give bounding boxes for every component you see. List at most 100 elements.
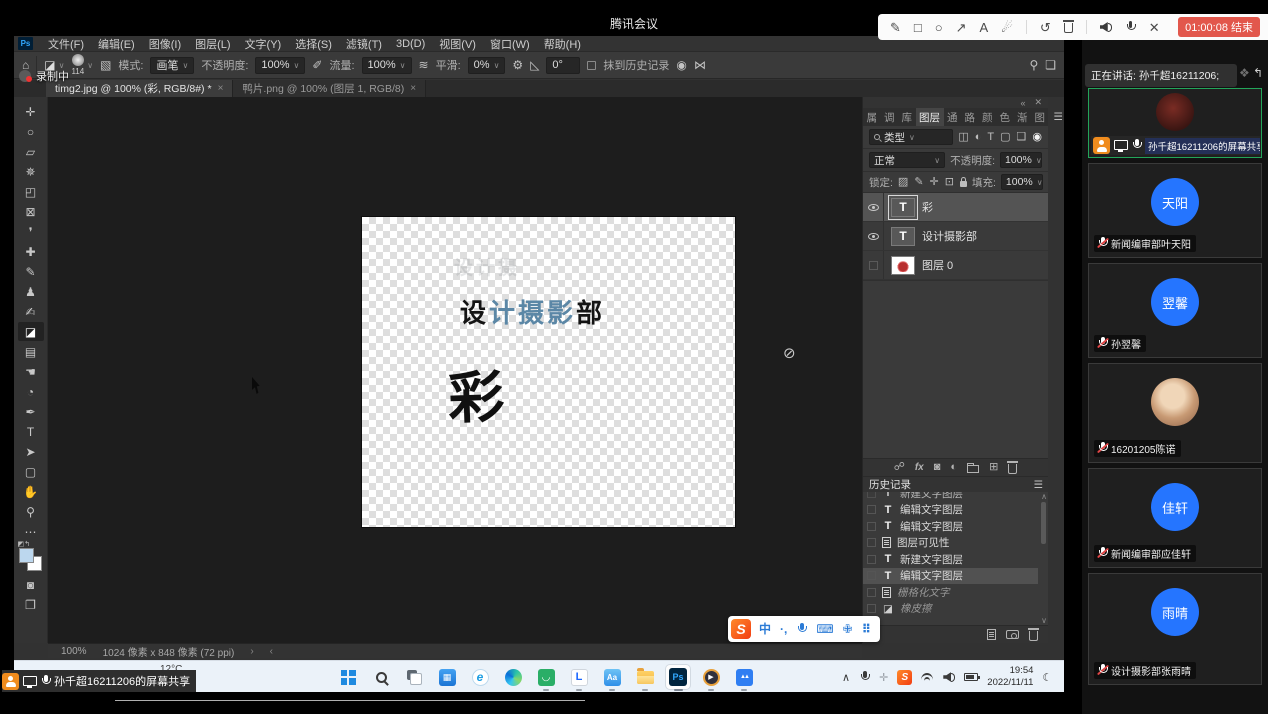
skin-icon[interactable]: ✙	[843, 623, 853, 635]
task-view-icon[interactable]	[402, 665, 426, 689]
airbrush-icon[interactable]: ≋	[419, 59, 429, 71]
history-state[interactable]: 图层可见性	[863, 535, 1038, 552]
gradient-tool[interactable]: ▤	[18, 342, 44, 361]
history-state[interactable]: 栅格化文字	[863, 584, 1038, 601]
shape-filter-icon[interactable]: ▢	[1000, 132, 1010, 143]
status-prev-icon[interactable]: ‹	[270, 646, 273, 657]
history-checkbox[interactable]	[867, 555, 876, 564]
panel-tab[interactable]: 图	[1031, 108, 1049, 126]
menu-item[interactable]: 3D(D)	[389, 38, 432, 50]
history-state[interactable]: T编辑文字图层	[863, 568, 1038, 585]
layer-row[interactable]: T彩	[863, 193, 1048, 222]
history-state[interactable]: T新建文字图层	[863, 492, 1038, 502]
new-group-icon[interactable]	[967, 465, 979, 473]
brush-tool[interactable]: ✎	[18, 262, 44, 281]
menu-item[interactable]: 视图(V)	[432, 36, 483, 52]
store-icon[interactable]: ▦	[435, 665, 459, 689]
panel-tab[interactable]: 属	[863, 108, 881, 126]
delete-state-icon[interactable]	[1029, 631, 1038, 641]
lasso-tool[interactable]: ▱	[18, 142, 44, 161]
arrow-icon[interactable]: ↗	[956, 21, 967, 34]
blend-mode-select[interactable]: 正常∨	[869, 152, 945, 168]
history-state[interactable]: T新建文字图层	[863, 551, 1038, 568]
speaker-icon[interactable]	[1100, 22, 1112, 32]
panel-tab[interactable]: 渐	[1014, 108, 1032, 126]
hand-tool[interactable]: ✋	[18, 482, 44, 501]
path-select-tool[interactable]: ➤	[18, 442, 44, 461]
wifi-icon[interactable]	[921, 672, 934, 682]
document-tab[interactable]: timg2.jpg @ 100% (彩, RGB/8#) *×	[46, 80, 233, 97]
dodge-tool[interactable]: ◔	[18, 382, 44, 401]
dictionary-app-icon[interactable]: Aa	[600, 665, 624, 689]
layer-filter-select[interactable]: 类型∨	[869, 129, 953, 145]
history-checkbox[interactable]	[867, 522, 876, 531]
marquee-tool[interactable]: ○	[18, 122, 44, 141]
opacity-input[interactable]: 100%∨	[255, 57, 305, 74]
color-swatches[interactable]: ◩↰	[18, 544, 44, 574]
menu-item[interactable]: 选择(S)	[288, 36, 339, 52]
flow-input[interactable]: 100%∨	[362, 57, 412, 74]
new-layer-icon[interactable]: ⊞	[989, 462, 998, 473]
undo-icon[interactable]: ↺	[1040, 21, 1051, 34]
laser-icon[interactable]: ☄	[1001, 21, 1013, 34]
layer-visibility-cell[interactable]	[863, 193, 884, 221]
lock-position-icon[interactable]: ✛	[930, 177, 939, 188]
history-checkbox[interactable]	[867, 588, 876, 597]
photoshop-icon[interactable]: Ps	[666, 665, 690, 689]
close-tab-icon[interactable]: ×	[410, 83, 416, 94]
search-icon[interactable]: ⚲	[1029, 59, 1038, 71]
menu-item[interactable]: 图层(L)	[188, 36, 237, 52]
zoom-tool[interactable]: ⚲	[18, 502, 44, 521]
default-colors-icon[interactable]: ◩↰	[18, 540, 30, 548]
panel-tab[interactable]: 颜	[979, 108, 997, 126]
history-brush-tool[interactable]: ✍	[18, 302, 44, 321]
scroll-up-icon[interactable]: ∧	[1041, 492, 1047, 501]
lock-all-icon[interactable]	[960, 181, 967, 187]
taskbar-clock[interactable]: 19:54 2022/11/11	[987, 665, 1033, 689]
collapse-panels-icon[interactable]: «	[1020, 98, 1025, 108]
scroll-down-icon[interactable]: ∨	[1041, 616, 1047, 625]
document-canvas[interactable]: 设计摄 设计摄影部 彩	[362, 217, 735, 527]
edge-icon[interactable]	[501, 665, 525, 689]
zoom-level[interactable]: 100%	[61, 646, 87, 657]
night-mode-icon[interactable]: ☾	[1042, 671, 1052, 684]
participant-tile[interactable]: 16201205陈诺	[1088, 363, 1262, 463]
tray-mic-icon[interactable]	[859, 671, 870, 684]
brush-panel-toggle-icon[interactable]: ▧	[100, 59, 111, 71]
healing-brush-tool[interactable]: ✚	[18, 242, 44, 261]
adjustment-filter-icon[interactable]: ◐	[975, 132, 982, 143]
adjustment-layer-icon[interactable]: ◐	[950, 462, 957, 473]
layer-opacity-input[interactable]: 100%∨	[1000, 152, 1042, 168]
clone-stamp-tool[interactable]: ♟	[18, 282, 44, 301]
battery-icon[interactable]	[964, 673, 978, 681]
layer-row[interactable]: 图层 0	[863, 251, 1048, 280]
ellipse-icon[interactable]: ○	[935, 21, 943, 34]
sogou-tray-icon[interactable]: S	[897, 670, 912, 685]
chinese-mode-icon[interactable]: 中	[759, 623, 771, 635]
green-app-icon[interactable]: ◡	[534, 665, 558, 689]
pixel-layer-filter-icon[interactable]: ◫	[958, 132, 968, 143]
history-state[interactable]: T编辑文字图层	[863, 518, 1038, 535]
type-tool[interactable]: T	[18, 422, 44, 441]
symmetry-icon[interactable]: ⋈	[694, 59, 706, 71]
smudge-tool[interactable]: ☚	[18, 362, 44, 381]
history-checkbox[interactable]	[867, 538, 876, 547]
eye-off-box[interactable]	[869, 261, 878, 270]
history-checkbox[interactable]	[867, 492, 876, 498]
history-scrollbar[interactable]	[1041, 502, 1046, 544]
tray-move-icon[interactable]: ✛	[879, 671, 888, 684]
layer-row[interactable]: T设计摄影部	[863, 222, 1048, 251]
smoothing-input[interactable]: 0%∨	[468, 57, 506, 74]
panel-tab[interactable]: 路	[961, 108, 979, 126]
eraser-tool[interactable]: ◪	[18, 322, 44, 341]
menu-item[interactable]: 文字(Y)	[238, 36, 289, 52]
panel-tab[interactable]: 库	[898, 108, 916, 126]
filter-toggle-icon[interactable]: ◉	[1032, 132, 1042, 143]
foreground-color[interactable]	[19, 548, 34, 563]
participant-tile[interactable]: 天阳新闻编审部叶天阳	[1088, 163, 1262, 258]
file-explorer-icon[interactable]	[633, 665, 657, 689]
history-checkbox[interactable]	[867, 505, 876, 514]
workspace-icon[interactable]: ❏	[1045, 59, 1056, 71]
quick-mask-icon[interactable]: ◙	[18, 575, 44, 594]
panel-tab[interactable]: 调	[881, 108, 899, 126]
